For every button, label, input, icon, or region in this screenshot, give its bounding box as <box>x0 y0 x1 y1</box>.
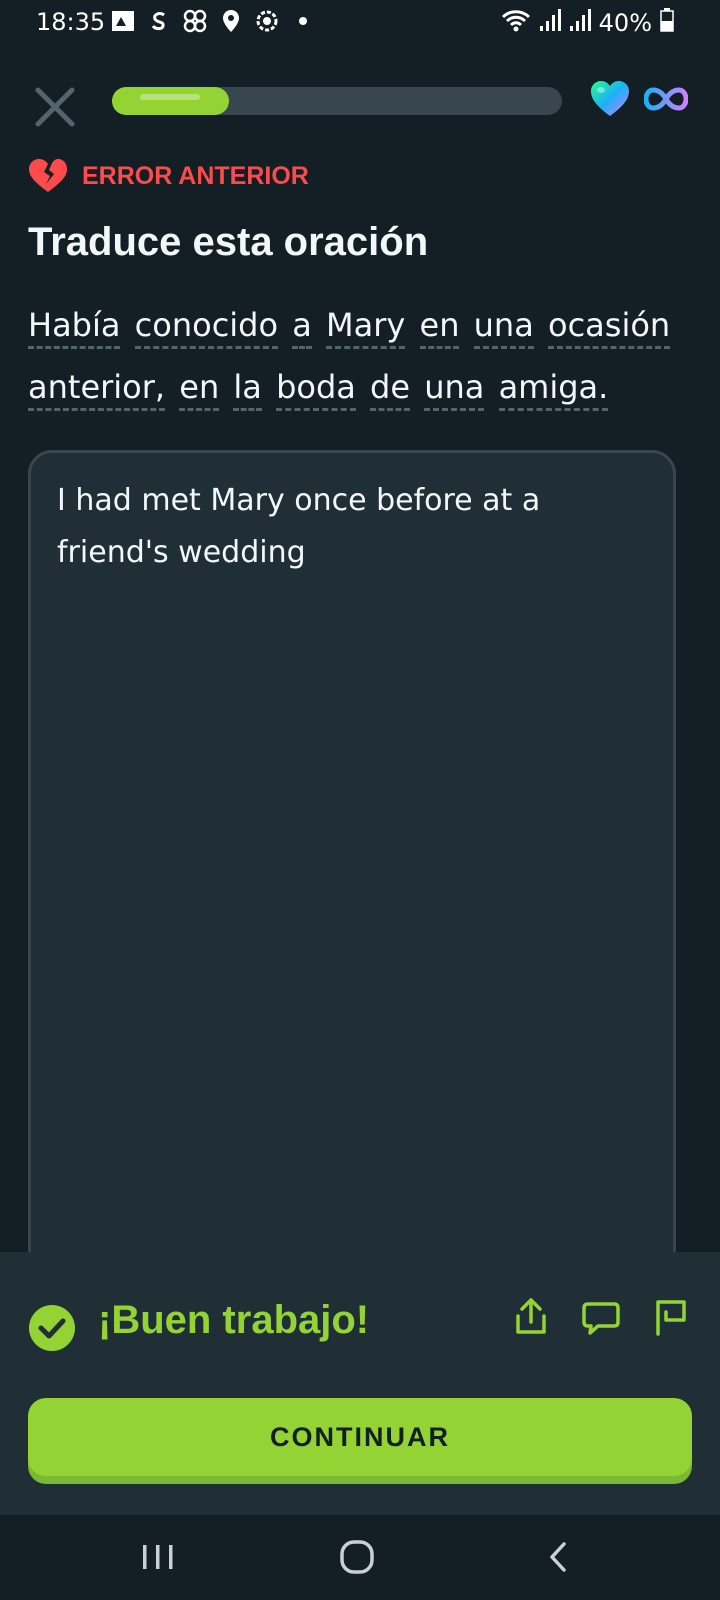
wifi-icon <box>501 8 531 38</box>
lesson-progress-fill <box>112 87 229 115</box>
progress-shine <box>140 94 200 100</box>
notification-icons <box>110 8 316 34</box>
previous-mistake-text: ERROR ANTERIOR <box>82 161 309 190</box>
report-button[interactable] <box>650 1296 692 1338</box>
lesson-progress-bar <box>112 87 562 115</box>
close-button[interactable] <box>26 78 84 136</box>
sentence-word[interactable]: en <box>179 366 220 411</box>
signal-icon <box>539 8 561 38</box>
sentence-word[interactable]: ocasión <box>547 304 671 349</box>
sentence-word[interactable]: anterior, <box>28 366 166 411</box>
settings-icon <box>254 8 280 34</box>
sentence-word[interactable]: una <box>473 304 534 349</box>
sentence-word[interactable]: a <box>292 304 312 349</box>
continue-button[interactable]: CONTINUAR <box>28 1398 692 1476</box>
close-icon <box>35 87 75 127</box>
sentence-word[interactable]: Mary <box>326 304 406 349</box>
back-button[interactable] <box>540 1537 584 1577</box>
comment-icon <box>582 1302 620 1335</box>
lesson-screen: 18:35 40% ERROR ANTERIOR Traduce esta or… <box>0 0 720 1600</box>
share-icon <box>516 1298 546 1334</box>
recent-apps-button[interactable] <box>136 1537 180 1577</box>
infinity-icon <box>643 87 689 111</box>
gallery-icon <box>110 8 136 34</box>
feedback-panel: ¡Buen trabajo! CONTINUAR <box>0 1252 720 1515</box>
infinite-hearts-indicator[interactable] <box>643 82 689 116</box>
prompt-sentence: Había conocido a Mary en una ocasión ant… <box>28 294 688 418</box>
flag-icon <box>656 1300 686 1336</box>
check-circle-icon <box>29 1305 75 1351</box>
share-button[interactable] <box>510 1296 552 1338</box>
location-icon <box>218 8 244 34</box>
feedback-title: ¡Buen trabajo! <box>98 1298 370 1342</box>
sentence-word[interactable]: la <box>233 366 262 411</box>
battery-percent: 40% <box>598 9 652 37</box>
broken-heart-icon <box>29 159 67 192</box>
signal-icon <box>569 8 591 38</box>
sentence-word[interactable]: amiga. <box>498 366 609 411</box>
comments-button[interactable] <box>580 1296 622 1338</box>
sentence-word[interactable]: en <box>419 304 460 349</box>
lesson-header <box>0 70 720 130</box>
home-button[interactable] <box>336 1537 380 1577</box>
page-title: Traduce esta oración <box>28 220 429 264</box>
status-right-icons: 40% <box>501 8 674 38</box>
recent-apps-icon <box>143 1545 173 1569</box>
hearts-button[interactable] <box>590 80 630 118</box>
answer-textarea[interactable]: I had met Mary once before at a friend's… <box>28 450 676 1350</box>
heart-icon <box>591 81 629 116</box>
sentence-word[interactable]: Había <box>28 304 121 349</box>
home-icon <box>340 1540 374 1574</box>
system-nav-bar <box>0 1515 720 1600</box>
previous-mistake-label: ERROR ANTERIOR <box>28 158 309 194</box>
status-bar: 18:35 40% <box>0 0 720 48</box>
status-time: 18:35 <box>36 8 106 36</box>
sentence-word[interactable]: boda <box>276 366 356 411</box>
s-app-icon <box>146 8 172 34</box>
dot-icon <box>290 8 316 34</box>
back-icon <box>550 1542 566 1572</box>
sentence-word[interactable]: conocido <box>134 304 279 349</box>
sentence-word[interactable]: de <box>370 366 411 411</box>
battery-icon <box>660 8 674 38</box>
pinwheel-icon <box>182 8 208 34</box>
sentence-word[interactable]: una <box>424 366 485 411</box>
answer-text: I had met Mary once before at a friend's… <box>57 483 541 570</box>
